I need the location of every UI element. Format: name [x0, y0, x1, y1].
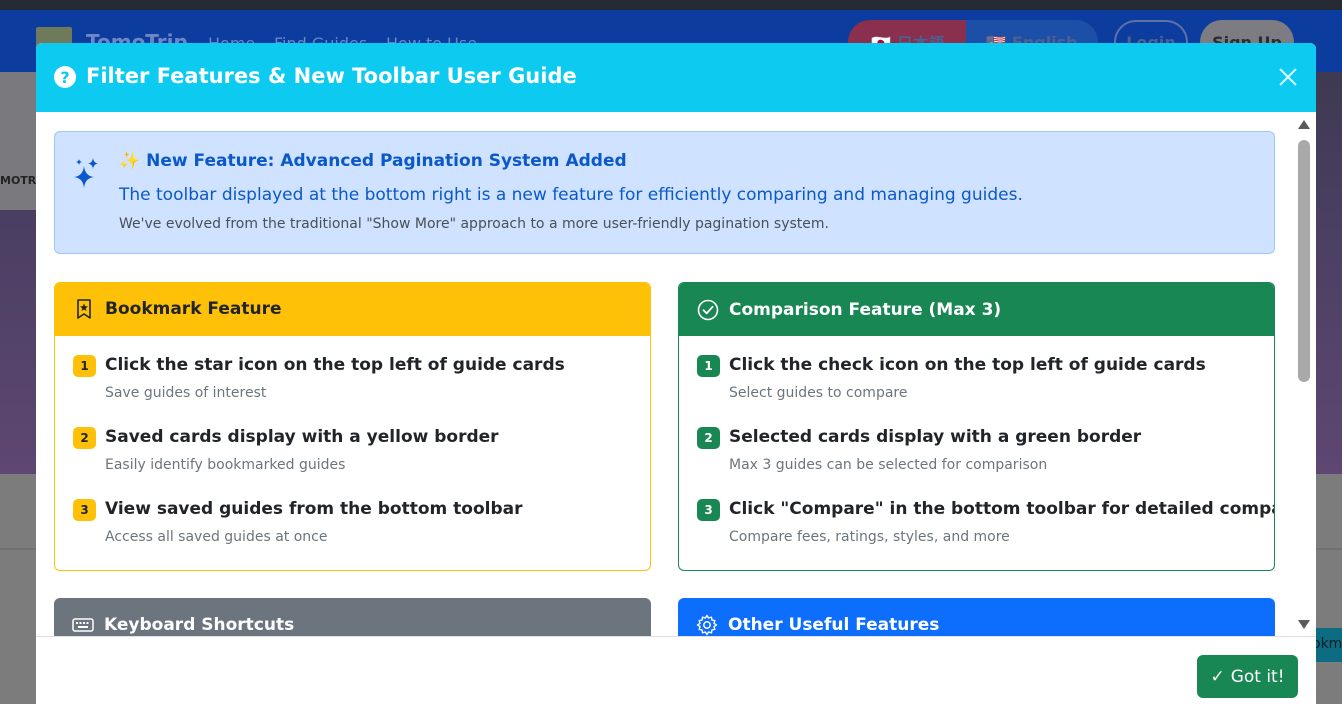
scroll-down-arrow-icon[interactable] — [1298, 620, 1310, 629]
step-number-badge: 2 — [73, 427, 96, 449]
new-feature-alert: ✨ New Feature: Advanced Pagination System… — [54, 131, 1275, 254]
bookmark-card-header: Bookmark Feature — [55, 283, 650, 336]
gear-icon — [696, 614, 718, 635]
check-circle-icon — [697, 299, 719, 320]
alert-title: ✨ New Feature: Advanced Pagination System… — [119, 151, 627, 171]
step-description: Max 3 guides can be selected for compari… — [729, 457, 1048, 473]
question-circle-icon: ? — [54, 66, 76, 88]
modal-header: ? Filter Features & New Toolbar User Gui… — [36, 43, 1316, 112]
step-number-badge: 3 — [73, 499, 96, 521]
comparison-card-header: Comparison Feature (Max 3) — [679, 283, 1274, 336]
other-card-header: Other Useful Features — [678, 598, 1275, 636]
step-description: Save guides of interest — [105, 385, 267, 401]
step-number-badge: 1 — [73, 355, 96, 377]
step-title: Saved cards display with a yellow border — [105, 427, 499, 447]
step-description: Select guides to compare — [729, 385, 908, 401]
step-description: Access all saved guides at once — [105, 529, 328, 545]
keyboard-icon — [72, 617, 94, 632]
step-title: Click "Compare" in the bottom toolbar fo… — [729, 499, 1275, 519]
modal-footer: ✓ Got it! — [36, 636, 1316, 704]
comparison-feature-card: Comparison Feature (Max 3) 1 Click the c… — [678, 282, 1275, 571]
alert-sub-text: We've evolved from the traditional "Show… — [119, 216, 829, 232]
sparkles-icon: ✨ — [119, 151, 141, 171]
other-features-card: Other Useful Features — [678, 598, 1275, 636]
bookmark-star-icon — [77, 299, 91, 319]
scroll-up-arrow-icon[interactable] — [1298, 120, 1310, 129]
close-icon[interactable] — [1276, 65, 1300, 89]
user-guide-modal: ? Filter Features & New Toolbar User Gui… — [36, 43, 1316, 704]
step-number-badge: 2 — [697, 427, 720, 449]
step-title: Selected cards display with a green bord… — [729, 427, 1142, 447]
stars-icon — [74, 158, 98, 188]
modal-title: Filter Features & New Toolbar User Guide — [86, 64, 577, 88]
step-description: Compare fees, ratings, styles, and more — [729, 529, 1010, 545]
got-it-label: Got it! — [1230, 666, 1285, 687]
step-title: Click the star icon on the top left of g… — [105, 355, 565, 375]
step-number-badge: 3 — [697, 499, 720, 521]
keyboard-card-header: Keyboard Shortcuts — [54, 598, 651, 636]
top-strip — [0, 0, 1342, 10]
step-title: View saved guides from the bottom toolba… — [105, 499, 523, 519]
step-number-badge: 1 — [697, 355, 720, 377]
keyboard-shortcuts-card: Keyboard Shortcuts — [54, 598, 651, 636]
modal-scrollbar[interactable] — [1293, 112, 1316, 636]
check-icon: ✓ — [1210, 666, 1225, 687]
bookmark-feature-card: Bookmark Feature 1 Click the star icon o… — [54, 282, 651, 571]
alert-main-text: The toolbar displayed at the bottom righ… — [119, 185, 1023, 205]
step-description: Easily identify bookmarked guides — [105, 457, 346, 473]
scroll-thumb[interactable] — [1298, 140, 1310, 382]
hero-mascot-card — [0, 72, 40, 210]
modal-body: ✨ New Feature: Advanced Pagination System… — [36, 112, 1316, 636]
hero-card-text: MOTR — [0, 174, 37, 187]
step-title: Click the check icon on the top left of … — [729, 355, 1206, 375]
alert-title-text: New Feature: Advanced Pagination System … — [146, 151, 627, 171]
bookmark-card-title: Bookmark Feature — [105, 299, 282, 319]
comparison-card-title: Comparison Feature (Max 3) — [729, 299, 1002, 320]
keyboard-card-title: Keyboard Shortcuts — [104, 614, 295, 635]
other-card-title: Other Useful Features — [728, 614, 940, 635]
got-it-button[interactable]: ✓ Got it! — [1197, 655, 1298, 698]
